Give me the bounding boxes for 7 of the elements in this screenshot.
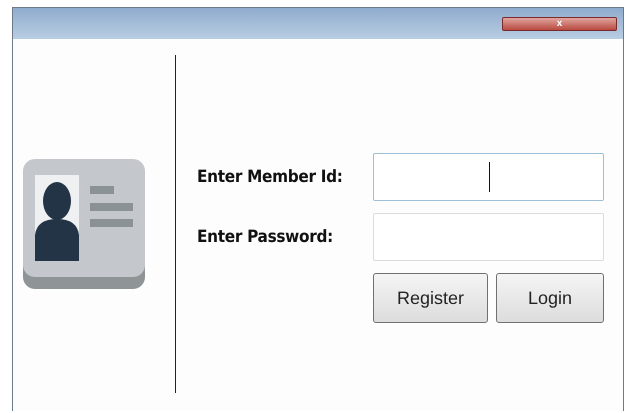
login-button[interactable]: Login <box>496 273 604 323</box>
field-label: Enter Password: <box>197 227 334 247</box>
password-field[interactable] <box>373 213 604 261</box>
member-id-field[interactable] <box>373 153 604 201</box>
id-card-icon <box>23 159 145 289</box>
register-button[interactable]: Register <box>373 273 488 323</box>
field-label: Enter Member Id: <box>197 167 344 187</box>
